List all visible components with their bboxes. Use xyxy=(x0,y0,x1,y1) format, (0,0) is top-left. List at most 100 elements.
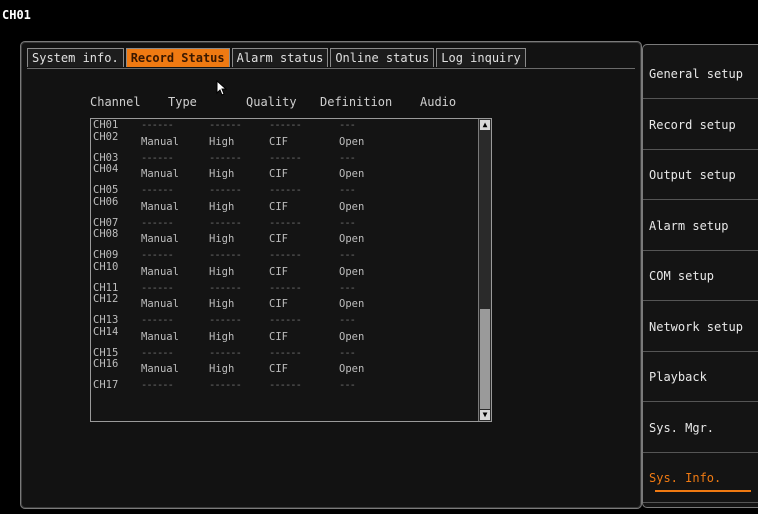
cell-channel: CH04 xyxy=(93,163,119,175)
cell-audio: --- xyxy=(339,151,356,164)
cell-type: Manual xyxy=(141,363,179,375)
cell-type: Manual xyxy=(141,135,179,148)
table-row[interactable]: CH11 ------ ------ ------ --- xyxy=(91,282,477,294)
table-row[interactable]: CH12 Manual High CIF Open xyxy=(91,293,477,314)
cell-quality: High xyxy=(209,233,235,245)
cell-definition: ------ xyxy=(269,249,302,261)
menu-record-setup-button[interactable]: Record setup xyxy=(643,101,758,150)
tab-record-status[interactable]: Record Status xyxy=(125,48,230,67)
cell-type: ------ xyxy=(141,281,174,294)
cell-definition: ------ xyxy=(269,184,302,196)
cell-definition: CIF xyxy=(269,363,288,375)
tab-log-inquiry[interactable]: Log inquiry xyxy=(436,48,526,67)
table-row[interactable]: CH16 Manual High CIF Open xyxy=(91,358,477,379)
record-status-list[interactable]: CH01 ------ ------ ------ --- CH02 Manual High C… xyxy=(90,118,492,422)
cell-audio: Open xyxy=(339,200,365,213)
cell-channel: CH03 xyxy=(93,151,119,164)
cell-type: Manual xyxy=(141,298,179,310)
table-row[interactable]: CH04 Manual High CIF Open xyxy=(91,163,477,184)
column-header-type: Type xyxy=(168,95,197,109)
table-row[interactable]: CH17 ------ ------ ------ --- xyxy=(91,379,477,391)
cell-type: ------ xyxy=(141,119,174,131)
column-header-definition: Definition xyxy=(320,95,393,109)
cell-type: ------ xyxy=(141,184,174,196)
cell-quality: ------ xyxy=(209,151,242,164)
cell-quality: ------ xyxy=(209,281,242,294)
menu-sys-info-button[interactable]: Sys. Info. xyxy=(643,454,758,503)
cell-channel: CH02 xyxy=(93,130,119,143)
cell-audio: Open xyxy=(339,168,365,180)
cell-type: ------ xyxy=(141,249,174,261)
cell-channel: CH01 xyxy=(93,119,119,131)
cell-quality: ------ xyxy=(209,119,242,131)
vertical-scrollbar[interactable]: ▲ ▼ xyxy=(478,119,491,421)
cell-definition: ------ xyxy=(269,379,302,391)
tab-divider xyxy=(27,68,635,69)
tab-online-status[interactable]: Online status xyxy=(330,48,435,67)
scroll-up-arrow-icon[interactable]: ▲ xyxy=(480,120,490,130)
table-row[interactable]: CH09 ------ ------ ------ --- xyxy=(91,249,477,261)
menu-label: Record setup xyxy=(649,117,736,132)
cell-definition: ------ xyxy=(269,151,302,164)
cell-audio: --- xyxy=(339,184,356,196)
cell-channel: CH13 xyxy=(93,314,119,326)
cell-definition: CIF xyxy=(269,168,288,180)
cell-channel: CH12 xyxy=(93,293,119,305)
cell-audio: --- xyxy=(339,249,356,261)
table-row[interactable]: CH02 Manual High CIF Open xyxy=(91,131,477,152)
menu-label: COM setup xyxy=(649,269,715,283)
scroll-down-arrow-icon[interactable]: ▼ xyxy=(480,410,490,420)
cell-type: ------ xyxy=(141,314,174,326)
table-row[interactable]: CH01 ------ ------ ------ --- xyxy=(91,119,477,131)
cell-quality: ------ xyxy=(209,184,242,196)
table-row[interactable]: CH10 Manual High CIF Open xyxy=(91,261,477,282)
cell-audio: Open xyxy=(339,363,365,375)
cell-definition: ------ xyxy=(269,314,302,326)
menu-playback-button[interactable]: Playback xyxy=(643,353,758,402)
cell-definition: CIF xyxy=(269,298,288,310)
cell-channel: CH10 xyxy=(93,260,119,273)
cell-definition: CIF xyxy=(269,330,288,343)
tab-system-info[interactable]: System info. xyxy=(27,48,124,67)
cell-quality: ------ xyxy=(209,314,242,326)
cell-definition: CIF xyxy=(269,200,288,213)
mouse-pointer-icon xyxy=(216,80,228,96)
menu-label: Output setup xyxy=(649,168,736,182)
cell-type: Manual xyxy=(141,200,179,213)
menu-label: Alarm setup xyxy=(649,218,729,233)
column-header-channel: Channel xyxy=(90,95,141,109)
tab-alarm-status[interactable]: Alarm status xyxy=(231,48,329,67)
cell-audio: --- xyxy=(339,314,356,326)
cell-quality: High xyxy=(209,298,235,310)
menu-output-setup-button[interactable]: Output setup xyxy=(643,151,758,200)
cell-definition: ------ xyxy=(269,216,302,229)
cell-channel: CH17 xyxy=(93,379,119,391)
table-row[interactable]: CH15 ------ ------ ------ --- xyxy=(91,347,477,359)
menu-network-setup-button[interactable]: Network setup xyxy=(643,303,758,352)
cell-quality: High xyxy=(209,265,235,278)
menu-sys-mgr-button[interactable]: Sys. Mgr. xyxy=(643,404,758,453)
cell-audio: --- xyxy=(339,216,356,229)
cell-quality: High xyxy=(209,200,235,213)
record-status-rows: CH01 ------ ------ ------ --- CH02 Manual High C… xyxy=(91,119,477,391)
cell-audio: --- xyxy=(339,119,356,131)
table-row[interactable]: CH08 Manual High CIF Open xyxy=(91,228,477,249)
cell-quality: High xyxy=(209,330,235,343)
cell-channel: CH08 xyxy=(93,228,119,240)
menu-com-setup-button[interactable]: COM setup xyxy=(643,252,758,301)
table-row[interactable]: CH05 ------ ------ ------ --- xyxy=(91,184,477,196)
table-row[interactable]: CH13 ------ ------ ------ --- xyxy=(91,314,477,326)
table-row[interactable]: CH03 ------ ------ ------ --- xyxy=(91,152,477,164)
menu-alarm-setup-button[interactable]: Alarm setup xyxy=(643,202,758,251)
table-row[interactable]: CH14 Manual High CIF Open xyxy=(91,326,477,347)
table-row[interactable]: CH06 Manual High CIF Open xyxy=(91,196,477,217)
table-row[interactable]: CH07 ------ ------ ------ --- xyxy=(91,217,477,229)
menu-label: Sys. Mgr. xyxy=(649,420,715,435)
cell-definition: CIF xyxy=(269,265,288,278)
cell-channel: CH15 xyxy=(93,346,119,359)
cell-audio: Open xyxy=(339,265,365,278)
menu-general-setup-button[interactable]: General setup xyxy=(643,50,758,99)
scrollbar-thumb[interactable] xyxy=(480,309,490,409)
cell-type: Manual xyxy=(141,233,179,245)
cell-type: Manual xyxy=(141,168,179,180)
